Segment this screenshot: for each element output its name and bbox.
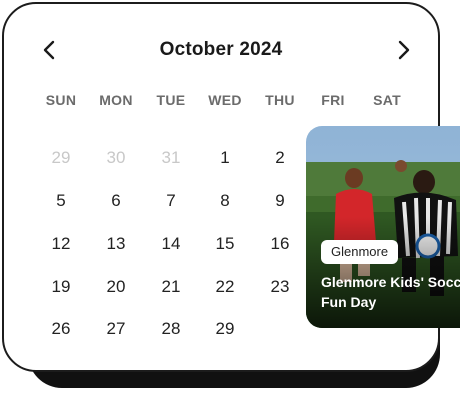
- weekday-mon: MON: [99, 92, 133, 108]
- day-cell[interactable]: 13: [96, 229, 136, 259]
- day-cell[interactable]: 1: [205, 143, 245, 173]
- event-card[interactable]: Glenmore Glenmore Kids' Soccer Fun Day: [306, 126, 460, 328]
- event-tag: Glenmore: [321, 240, 399, 264]
- chevron-right-icon: [398, 40, 410, 60]
- weekday-fri: FRI: [321, 92, 345, 108]
- day-cell[interactable]: 28: [151, 314, 191, 344]
- day-cell[interactable]: 19: [41, 272, 81, 302]
- day-cell[interactable]: 5: [41, 186, 81, 216]
- day-cell[interactable]: 6: [96, 186, 136, 216]
- day-cell[interactable]: 29: [41, 143, 81, 173]
- day-cell[interactable]: 23: [260, 272, 300, 302]
- day-cell[interactable]: 22: [205, 272, 245, 302]
- day-cell[interactable]: 8: [205, 186, 245, 216]
- event-title-line: Fun Day: [321, 294, 377, 310]
- day-cell[interactable]: 20: [96, 272, 136, 302]
- day-cell[interactable]: 29: [205, 314, 245, 344]
- day-cell[interactable]: 31: [151, 143, 191, 173]
- day-cell[interactable]: 9: [260, 186, 300, 216]
- weekday-sun: SUN: [45, 92, 77, 108]
- day-cell[interactable]: 15: [205, 229, 245, 259]
- weekday-tue: TUE: [156, 92, 186, 108]
- day-cell[interactable]: 14: [151, 229, 191, 259]
- day-cell[interactable]: 16: [260, 229, 300, 259]
- weekday-thu: THU: [265, 92, 295, 108]
- next-month-button[interactable]: [390, 37, 416, 63]
- event-title: Glenmore Kids' Soccer Fun Day: [321, 272, 460, 312]
- month-title: October 2024: [159, 39, 283, 60]
- day-cell[interactable]: 12: [41, 229, 81, 259]
- day-cell[interactable]: 27: [96, 314, 136, 344]
- day-cell[interactable]: 7: [151, 186, 191, 216]
- weekday-sat: SAT: [373, 92, 401, 108]
- event-title-line: Glenmore Kids' Soccer: [321, 274, 460, 290]
- day-cell[interactable]: 26: [41, 314, 81, 344]
- day-cell[interactable]: 21: [151, 272, 191, 302]
- day-cell[interactable]: 30: [96, 143, 136, 173]
- day-cell[interactable]: 2: [260, 143, 300, 173]
- weekday-wed: WED: [208, 92, 242, 108]
